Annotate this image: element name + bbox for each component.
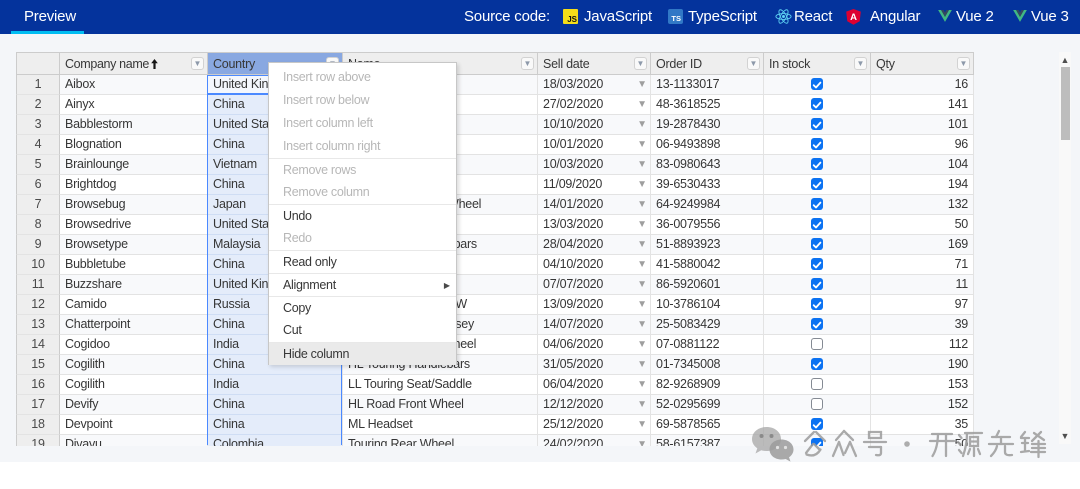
svg-text:A: A [850,12,857,23]
